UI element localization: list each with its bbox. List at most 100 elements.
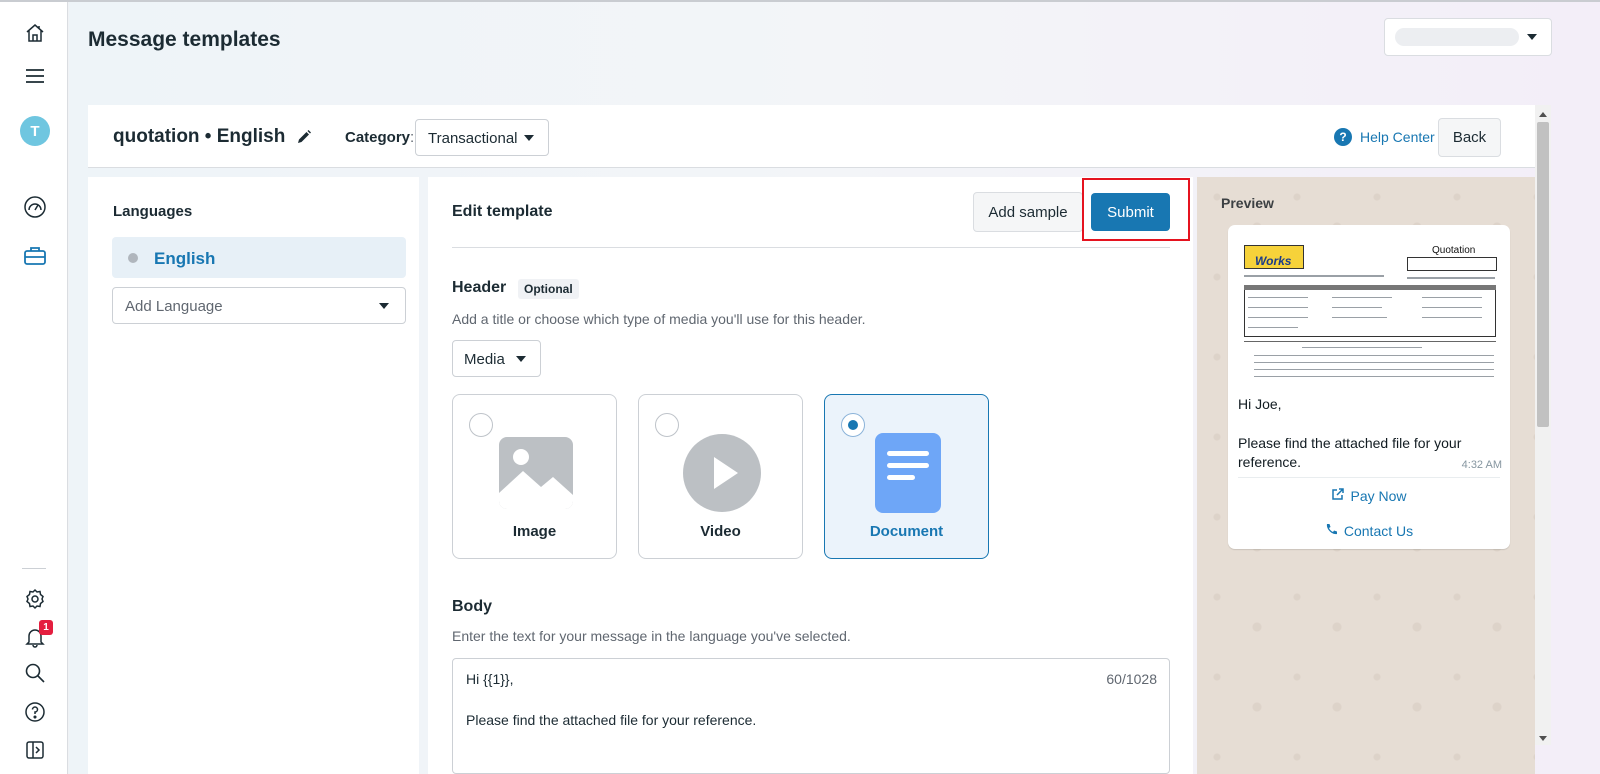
message-timestamp: 4:32 AM	[1461, 459, 1502, 471]
menu-icon[interactable]	[22, 63, 48, 89]
edit-template-title: Edit template	[452, 203, 553, 220]
doc-text-line	[1422, 297, 1482, 298]
languages-title: Languages	[113, 203, 193, 220]
page-title: Message templates	[88, 28, 281, 51]
document-thumbnail: Works Quotation	[1242, 241, 1497, 383]
pay-now-button[interactable]: Pay Now	[1228, 488, 1510, 504]
message-bubble: Works Quotation Hi Joe, Please find the …	[1228, 225, 1510, 549]
phone-icon	[1325, 523, 1338, 539]
doc-text-line	[1254, 355, 1494, 356]
add-language-placeholder: Add Language	[125, 298, 223, 315]
help-question-icon[interactable]	[22, 699, 48, 725]
document-icon	[869, 433, 947, 513]
caret-down-icon	[516, 356, 526, 362]
header-description: Add a title or choose which type of medi…	[452, 311, 866, 327]
body-description: Enter the text for your message in the l…	[452, 628, 851, 644]
external-link-icon	[1331, 488, 1345, 504]
divider	[1238, 477, 1500, 478]
divider	[452, 247, 1170, 248]
settings-gear-icon[interactable]	[22, 586, 48, 612]
doc-text-line	[1254, 369, 1494, 370]
search-icon[interactable]	[22, 660, 48, 686]
document-radio[interactable]	[841, 413, 865, 437]
body-text-line-2: Please find the attached file for your r…	[466, 712, 757, 728]
language-name: English	[154, 249, 216, 268]
optional-badge: Optional	[518, 279, 579, 299]
scroll-up-arrow-icon[interactable]	[1539, 112, 1547, 117]
header-type-value: Media	[464, 351, 505, 368]
back-button[interactable]: Back	[1438, 118, 1501, 157]
home-icon[interactable]	[22, 20, 48, 46]
scroll-down-arrow-icon[interactable]	[1539, 736, 1547, 741]
account-selector[interactable]	[1384, 18, 1552, 56]
doc-text-line	[1422, 317, 1482, 318]
doc-text-line	[1254, 376, 1494, 377]
body-textarea[interactable]: Hi {{1}}, 60/1028 Please find the attach…	[452, 658, 1170, 774]
category-label: Category:	[345, 129, 415, 146]
doc-table-header	[1244, 285, 1496, 290]
image-icon	[497, 433, 575, 513]
language-item-english[interactable]: English	[112, 237, 406, 278]
nav-divider	[22, 568, 46, 569]
preview-panel: Preview Works Quotation Hi Joe, Please f…	[1197, 177, 1535, 774]
doc-text-line	[1332, 297, 1392, 298]
image-radio[interactable]	[469, 413, 493, 437]
help-center-link[interactable]: Help Center	[1360, 129, 1435, 145]
document-label: Document	[869, 523, 944, 540]
languages-panel: Languages English Add Language	[88, 177, 419, 774]
doc-text-line	[1248, 327, 1298, 328]
doc-text-line	[1302, 347, 1422, 348]
left-navigation: T 1	[0, 2, 68, 774]
doc-text-line	[1248, 317, 1308, 318]
play-icon	[683, 433, 761, 513]
add-sample-button[interactable]: Add sample	[973, 192, 1083, 232]
help-circle-icon[interactable]: ?	[1334, 128, 1352, 146]
body-section-title: Body	[452, 598, 492, 615]
media-option-document[interactable]: Document	[824, 394, 989, 559]
doc-heading: Quotation	[1432, 245, 1476, 256]
preview-message: Please find the attached file for your r…	[1238, 435, 1462, 470]
preview-greeting: Hi Joe,	[1238, 396, 1282, 412]
doc-text-line	[1248, 297, 1308, 298]
template-toolbar: quotation • English Category: Transactio…	[88, 105, 1535, 168]
caret-down-icon	[379, 303, 389, 309]
submit-button[interactable]: Submit	[1091, 193, 1170, 231]
status-dot	[128, 253, 138, 263]
pencil-edit-icon[interactable]	[296, 129, 312, 150]
media-option-image[interactable]: Image	[452, 394, 617, 559]
notification-badge: 1	[39, 620, 53, 635]
add-language-select[interactable]: Add Language	[112, 287, 406, 324]
character-count: 60/1028	[1106, 671, 1157, 687]
edit-template-panel: Edit template Add sample Submit Header O…	[428, 177, 1193, 774]
doc-info-table	[1244, 285, 1496, 337]
video-radio[interactable]	[655, 413, 679, 437]
doc-text-line	[1244, 275, 1384, 277]
panel-toggle-icon[interactable]	[22, 737, 48, 763]
doc-header-box	[1407, 257, 1497, 271]
avatar[interactable]: T	[20, 116, 50, 146]
doc-rule	[1244, 341, 1496, 342]
video-label: Video	[700, 523, 741, 540]
doc-text-line	[1422, 307, 1482, 308]
caret-down-icon	[524, 135, 534, 141]
doc-text-line	[1254, 362, 1494, 363]
contact-us-button[interactable]: Contact Us	[1228, 523, 1510, 539]
dashboard-gauge-icon[interactable]	[22, 194, 48, 220]
doc-text-line	[1407, 277, 1495, 279]
preview-title: Preview	[1221, 195, 1274, 211]
doc-text-line	[1332, 317, 1387, 318]
doc-text-line	[1248, 307, 1308, 308]
scrollbar-thumb[interactable]	[1537, 122, 1549, 427]
header-type-select[interactable]: Media	[452, 340, 541, 377]
doc-text-line	[1332, 307, 1382, 308]
caret-down-icon	[1527, 34, 1537, 40]
media-option-video[interactable]: Video	[638, 394, 803, 559]
category-select[interactable]: Transactional	[415, 119, 549, 156]
header-section-title: Header	[452, 279, 507, 296]
briefcase-icon[interactable]	[22, 243, 48, 269]
doc-logo: Works	[1244, 245, 1304, 269]
image-label: Image	[512, 523, 557, 540]
body-text-line-1: Hi {{1}},	[466, 671, 514, 687]
category-value: Transactional	[428, 130, 518, 147]
account-name-redacted	[1395, 28, 1519, 46]
